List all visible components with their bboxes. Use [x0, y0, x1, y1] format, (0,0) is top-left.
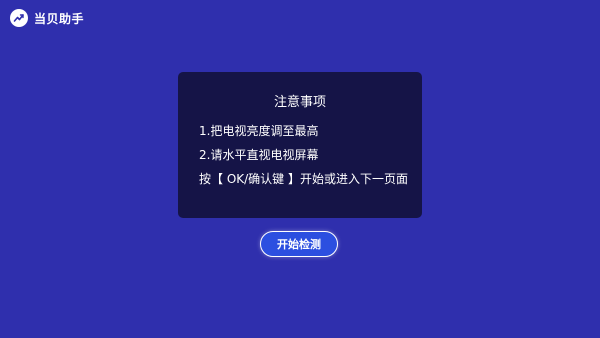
app-header: 当贝助手 [10, 9, 84, 27]
trend-arrow-icon [10, 9, 28, 27]
notice-title: 注意事项 [273, 95, 326, 110]
notice-panel: 注意事项 1.把电视亮度调至最高 2.请水平直视电视屏幕 按【 OK/确认键 】… [178, 72, 422, 218]
start-detection-button[interactable]: 开始检测 [260, 231, 338, 257]
notice-line-view: 2.请水平直视电视屏幕 [199, 148, 319, 162]
notice-line-brightness: 1.把电视亮度调至最高 [199, 124, 319, 138]
app-title: 当贝助手 [34, 11, 85, 26]
notice-line-ok-key: 按【 OK/确认键 】开始或进入下一页面 [199, 172, 408, 186]
